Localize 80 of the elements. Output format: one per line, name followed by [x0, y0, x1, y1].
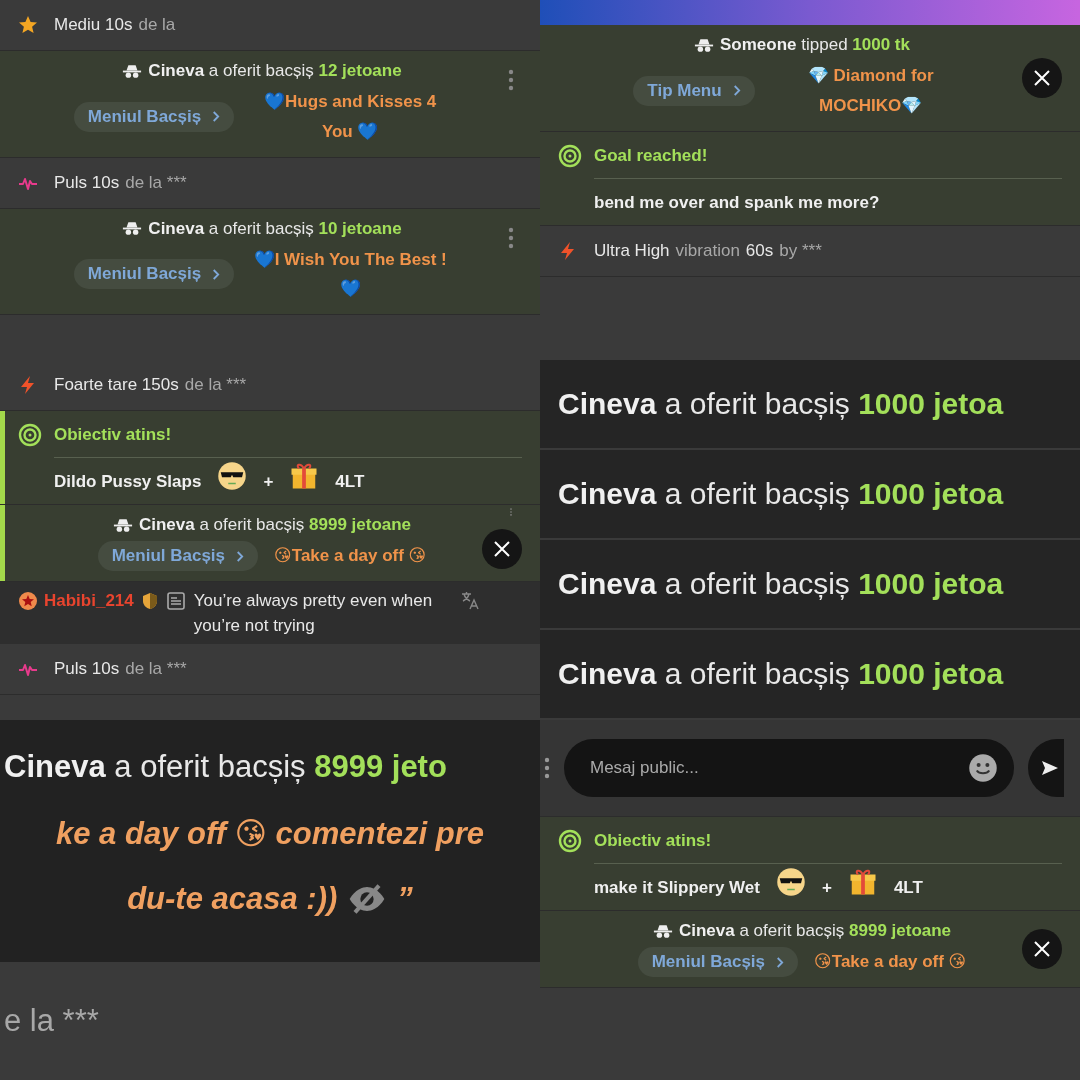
goal-text: bend me over and spank me more?	[594, 192, 880, 213]
event-text: Foarte tare 150s	[54, 375, 179, 395]
event-text: Puls 10s	[54, 172, 120, 193]
close-button[interactable]	[482, 529, 522, 570]
event-text: by ***	[779, 240, 822, 261]
plus-sign: +	[821, 878, 832, 898]
incognito-icon	[112, 517, 133, 533]
more-icon[interactable]	[508, 69, 514, 91]
tip-message: Cineva a oferit bacșiș 10 jetoane	[148, 218, 402, 239]
goal-text: Dildo Pussy Slaps	[54, 472, 202, 492]
goal-title: Obiectiv atins!	[594, 831, 712, 851]
tip-item: 😘Take a day off 😘	[814, 951, 967, 974]
tip-menu-button[interactable]: Tip Menu	[633, 75, 755, 106]
tip-message: Cineva a oferit bacșiș 1000 jetoa	[558, 657, 1004, 691]
event-text: de la ***	[125, 172, 187, 193]
target-icon	[558, 829, 582, 853]
chat-message: You’re always pretty even when you’re not trying	[193, 590, 434, 637]
chevron-icon	[211, 267, 221, 281]
tip-menu-button[interactable]: Meniul Bacșiș	[637, 947, 799, 977]
username-link[interactable]: Habibi_214	[44, 590, 134, 611]
tip-menu-button[interactable]: Meniul Bacșiș	[73, 259, 235, 290]
tip-message: Cineva a oferit bacșiș 1000 jetoa	[558, 567, 1004, 601]
goal-title: Obiectiv atins!	[54, 425, 172, 445]
event-text: vibration	[675, 240, 740, 261]
emoji-icon[interactable]	[968, 753, 998, 783]
message-field[interactable]: Mesaj public...	[564, 739, 1014, 797]
event-text: de la ***	[184, 375, 247, 395]
tip-item: 💙I Wish You The Best ! 💙	[252, 248, 448, 301]
tip-message: Cineva a oferit bacșiș 1000 jetoa	[558, 477, 1004, 511]
event-text: de la ***	[125, 659, 187, 679]
user-badge-icon	[18, 590, 38, 611]
tip-message: Cineva a oferit bacșiș 8999 jeto	[4, 749, 447, 785]
tip-message: Cineva a oferit bacșiș 8999 jetoane	[678, 921, 952, 941]
tip-message: Cineva a oferit bacșiș 1000 jetoa	[558, 387, 1004, 421]
event-text: de la	[138, 15, 176, 35]
message-text: du-te acasa :))	[127, 881, 338, 917]
close-icon	[1032, 67, 1052, 88]
reward-label: 4LT	[335, 472, 365, 492]
close-button[interactable]	[1022, 929, 1062, 969]
chevron-icon	[211, 110, 221, 124]
translate-icon[interactable]	[459, 590, 480, 610]
send-icon	[1040, 758, 1060, 778]
tip-menu-button[interactable]: Meniul Bacșiș	[73, 101, 235, 132]
goal-text: make it Slippery Wet	[594, 878, 760, 898]
event-text: 60s	[745, 240, 774, 261]
goal-title: Goal reached!	[594, 145, 708, 166]
more-icon[interactable]	[544, 757, 550, 779]
star-icon	[18, 15, 38, 35]
incognito-icon	[652, 923, 673, 939]
event-text: Mediu 10s	[54, 15, 133, 35]
target-icon	[18, 423, 42, 447]
document-icon	[165, 590, 186, 611]
tip-item: 😘Take a day off 😘	[274, 545, 427, 568]
tip-message: Cineva a oferit bacșiș 12 jetoane	[148, 61, 402, 81]
sunglasses-face-icon	[775, 867, 806, 897]
incognito-icon	[122, 63, 143, 79]
plus-sign: +	[263, 472, 274, 492]
close-button[interactable]	[1022, 57, 1062, 98]
incognito-icon	[694, 37, 714, 53]
tip-item: 💎 Diamond for MOCHIKO💎	[806, 65, 935, 117]
tip-message: Cineva a oferit bacșiș 8999 jetoane	[138, 515, 412, 535]
sunglasses-face-icon	[217, 461, 248, 491]
chevron-icon	[731, 84, 741, 98]
close-icon	[1032, 939, 1052, 959]
gift-icon	[289, 461, 320, 491]
event-text: Puls 10s	[54, 659, 120, 679]
tip-menu-button[interactable]: Meniul Bacșiș	[97, 541, 259, 571]
event-text: Ultra High	[594, 240, 670, 261]
chevron-icon	[235, 549, 245, 563]
quote-mark: ”	[397, 881, 413, 917]
message-text: ke a day off 😘 comentezi pre	[56, 814, 484, 852]
reward-label: 4LT	[893, 878, 923, 898]
more-icon[interactable]	[508, 226, 514, 249]
chevron-icon	[775, 955, 785, 969]
incognito-icon	[122, 221, 143, 236]
tip-message: Someone tipped 1000 tk	[720, 35, 910, 55]
send-button[interactable]	[1028, 739, 1064, 797]
tip-item: 💙Hugs and Kisses 4 You 💙	[263, 91, 438, 143]
target-icon	[558, 143, 582, 168]
event-text: e la ***	[4, 1003, 99, 1039]
